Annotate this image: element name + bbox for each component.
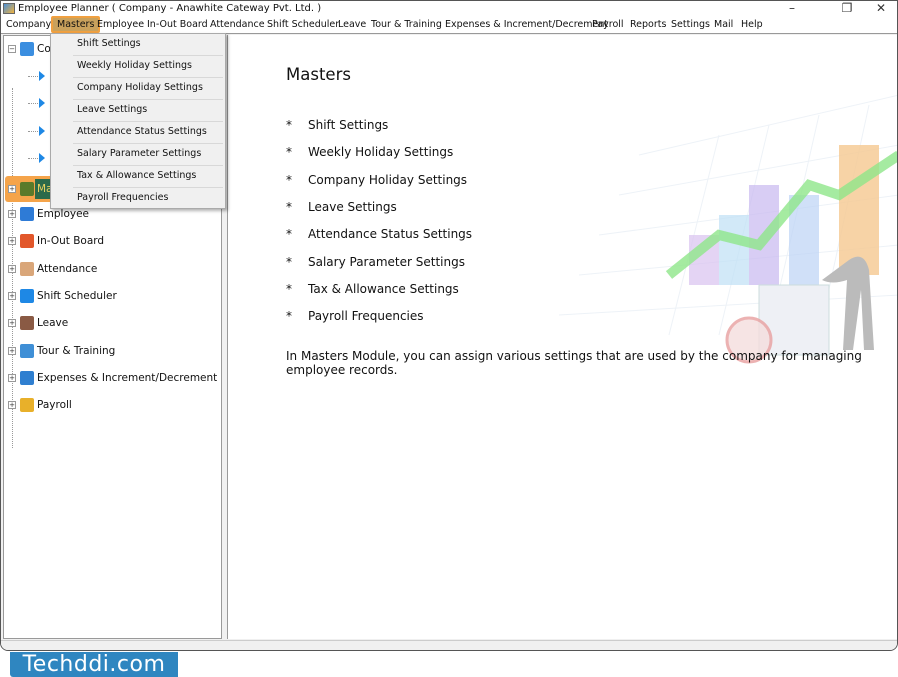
layers-icon bbox=[20, 182, 34, 196]
settings-item-label: Company Holiday Settings bbox=[308, 172, 468, 187]
tree-item-label: Payroll bbox=[37, 399, 72, 412]
menu-item-tax-allowance-settings[interactable]: Tax & Allowance Settings bbox=[73, 166, 223, 188]
bullet: * bbox=[286, 254, 292, 269]
expand-icon[interactable]: + bbox=[8, 237, 16, 246]
calendar-icon bbox=[20, 316, 34, 331]
page-title: Masters bbox=[286, 65, 351, 84]
menu-in-out-board[interactable]: In-Out Board bbox=[147, 17, 208, 33]
status-bar bbox=[1, 640, 897, 650]
tree-item-label: Attendance bbox=[37, 262, 98, 275]
app-window: Employee Planner ( Company - Anawhite Ca… bbox=[0, 0, 898, 651]
collapse-icon[interactable]: − bbox=[8, 45, 16, 53]
menu-item-payroll-frequencies[interactable]: Payroll Frequencies bbox=[51, 188, 225, 210]
attendance-clipboard-icon bbox=[20, 261, 34, 276]
menu-leave[interactable]: Leave bbox=[338, 17, 366, 33]
menu-reports[interactable]: Reports bbox=[630, 17, 666, 33]
settings-list-item: * Attendance Status Settings bbox=[286, 227, 472, 241]
settings-list-item: * Shift Settings bbox=[286, 118, 388, 132]
tree-item-label: Expenses & Increment/Decrement bbox=[37, 371, 218, 384]
settings-list-item: * Tax & Allowance Settings bbox=[286, 282, 459, 296]
bullet: * bbox=[286, 227, 292, 242]
expand-icon[interactable]: + bbox=[8, 373, 16, 382]
settings-list-item: * Payroll Frequencies bbox=[286, 309, 424, 323]
menu-tour-training[interactable]: Tour & Training bbox=[371, 17, 442, 33]
menu-shift-scheduler[interactable]: Shift Scheduler bbox=[267, 17, 339, 33]
title-bar: Employee Planner ( Company - Anawhite Ca… bbox=[1, 1, 897, 17]
bullet: * bbox=[286, 145, 292, 160]
expand-icon[interactable]: + bbox=[8, 264, 16, 273]
bullet: * bbox=[286, 281, 292, 296]
menu-item-weekly-holiday-settings[interactable]: Weekly Holiday Settings bbox=[73, 56, 223, 78]
tree-item-label: Shift Scheduler bbox=[37, 289, 117, 302]
settings-item-label: Attendance Status Settings bbox=[308, 227, 473, 242]
menu-masters[interactable]: Masters bbox=[51, 16, 101, 33]
building-icon bbox=[20, 42, 34, 56]
in-out-arrows-icon bbox=[20, 234, 34, 249]
bullet: * bbox=[286, 172, 292, 187]
close-button[interactable]: ✕ bbox=[866, 1, 896, 15]
bullet: * bbox=[286, 199, 292, 214]
tree-item-label: Leave bbox=[37, 317, 69, 330]
expand-icon[interactable]: + bbox=[8, 346, 16, 355]
background-illustration bbox=[558, 94, 897, 364]
app-icon bbox=[3, 3, 15, 14]
dollar-coin-icon bbox=[20, 398, 34, 413]
settings-item-label: Weekly Holiday Settings bbox=[308, 145, 454, 160]
menu-expenses-increment-decrement[interactable]: Expenses & Increment/Decrement bbox=[445, 17, 608, 33]
watermark-logo: Techddi.com bbox=[10, 652, 178, 677]
menu-bar: Company Masters Employee In-Out Board Attend… bbox=[1, 16, 897, 34]
menu-employee[interactable]: Employee bbox=[97, 17, 144, 33]
bullet: * bbox=[286, 309, 292, 324]
maximize-button[interactable]: ❐ bbox=[832, 1, 862, 15]
expand-icon[interactable]: + bbox=[8, 319, 16, 328]
tree-item-label: In-Out Board bbox=[37, 235, 105, 248]
menu-item-company-holiday-settings[interactable]: Company Holiday Settings bbox=[73, 78, 223, 100]
bullet: * bbox=[286, 118, 292, 132]
window-title: Employee Planner ( Company - Anawhite Ca… bbox=[18, 3, 322, 14]
expand-icon[interactable]: + bbox=[8, 185, 16, 193]
expand-icon[interactable]: + bbox=[8, 401, 16, 410]
settings-item-label: Salary Parameter Settings bbox=[308, 254, 465, 269]
settings-list-item: * Company Holiday Settings bbox=[286, 173, 467, 187]
settings-list-item: * Weekly Holiday Settings bbox=[286, 145, 453, 159]
arrow-icon bbox=[39, 71, 45, 81]
tree-item-label: Tour & Training bbox=[37, 344, 116, 357]
menu-company[interactable]: Company bbox=[6, 17, 51, 33]
arrow-icon bbox=[39, 126, 45, 136]
settings-list-item: * Leave Settings bbox=[286, 200, 397, 214]
menu-mail[interactable]: Mail bbox=[714, 17, 733, 33]
menu-settings[interactable]: Settings bbox=[671, 17, 710, 33]
menu-payroll[interactable]: Payroll bbox=[592, 17, 624, 33]
masters-dropdown-menu: Shift Settings Weekly Holiday Settings Com… bbox=[50, 33, 226, 209]
tree-item-masters[interactable]: + Ma bbox=[5, 176, 53, 202]
employee-icon bbox=[20, 207, 34, 221]
wallet-icon bbox=[20, 370, 34, 385]
menu-help[interactable]: Help bbox=[741, 17, 763, 33]
settings-list-item: * Salary Parameter Settings bbox=[286, 255, 465, 269]
expand-icon[interactable]: + bbox=[8, 291, 16, 300]
settings-item-label: Tax & Allowance Settings bbox=[308, 281, 459, 296]
menu-item-salary-parameter-settings[interactable]: Salary Parameter Settings bbox=[73, 144, 223, 166]
settings-item-label: Payroll Frequencies bbox=[308, 309, 424, 324]
arrow-icon bbox=[39, 153, 45, 163]
shift-clock-icon bbox=[20, 288, 34, 303]
menu-item-leave-settings[interactable]: Leave Settings bbox=[73, 100, 223, 122]
module-description: In Masters Module, you can assign variou… bbox=[286, 349, 862, 377]
menu-item-shift-settings[interactable]: Shift Settings bbox=[73, 34, 223, 56]
expand-icon[interactable]: + bbox=[8, 210, 16, 218]
airplane-icon bbox=[20, 343, 34, 358]
content-panel: Masters * Shift Settings * Weekly Holiday S… bbox=[227, 35, 897, 639]
menu-item-attendance-status-settings[interactable]: Attendance Status Settings bbox=[73, 122, 223, 144]
menu-attendance[interactable]: Attendance bbox=[210, 17, 265, 33]
minimize-button[interactable]: – bbox=[777, 1, 807, 15]
settings-item-label: Leave Settings bbox=[308, 199, 397, 214]
arrow-icon bbox=[39, 98, 45, 108]
settings-item-label: Shift Settings bbox=[308, 118, 389, 132]
